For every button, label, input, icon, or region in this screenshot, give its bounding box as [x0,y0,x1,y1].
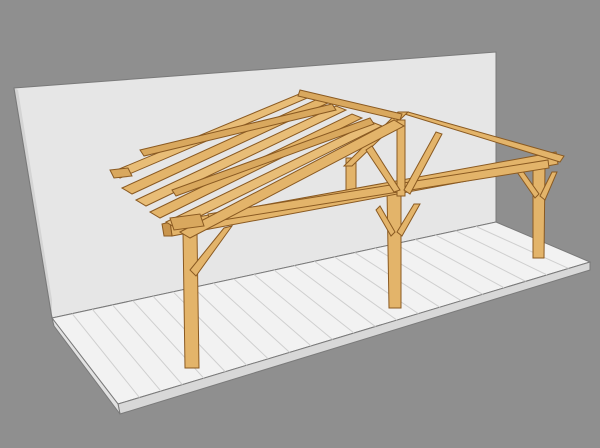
post-front-right [532,165,546,259]
pergola-render [13,51,592,415]
post-front-left [182,231,200,369]
post-front-middle [386,189,402,309]
